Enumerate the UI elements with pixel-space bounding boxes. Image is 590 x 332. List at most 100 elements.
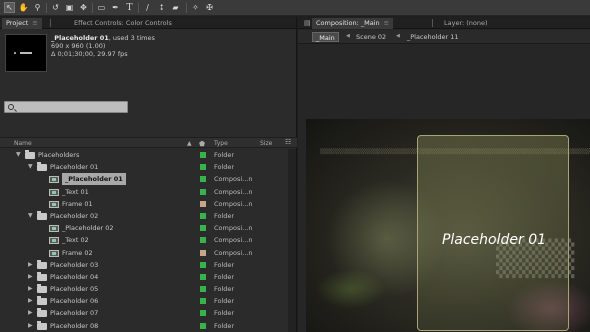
label-color-swatch[interactable] bbox=[200, 176, 206, 183]
search-input[interactable] bbox=[4, 101, 128, 113]
label-color-swatch[interactable] bbox=[200, 200, 206, 207]
comp-row[interactable]: _Text 02 Composi...n bbox=[0, 234, 287, 246]
selected-item-name: _Placeholder 01 bbox=[51, 34, 109, 42]
label-color-swatch[interactable] bbox=[200, 261, 206, 268]
chevron-right-icon[interactable]: ▶ bbox=[28, 271, 33, 283]
chevron-right-icon[interactable]: ▶ bbox=[28, 295, 33, 307]
rectangle-tool-icon[interactable]: ▭ bbox=[96, 2, 107, 13]
comp-row[interactable]: _Placeholder 02 Composi...n bbox=[0, 222, 287, 234]
toolbar-divider bbox=[186, 3, 187, 13]
hand-tool-icon[interactable]: ✋ bbox=[18, 2, 29, 13]
puppet-tool-icon[interactable]: ✠ bbox=[204, 2, 215, 13]
chevron-right-icon[interactable]: ▶ bbox=[28, 320, 33, 332]
label-color-swatch[interactable] bbox=[200, 273, 206, 280]
chevron-down-icon[interactable]: ▼ bbox=[28, 210, 33, 222]
label-color-swatch[interactable] bbox=[200, 164, 206, 171]
type-tool-icon[interactable]: T bbox=[124, 2, 135, 13]
label-color-swatch[interactable] bbox=[200, 322, 206, 329]
folder-icon bbox=[37, 162, 47, 172]
rotation-tool-icon[interactable]: ↺ bbox=[50, 2, 61, 13]
folder-row[interactable]: ▼ Placeholders Folder bbox=[0, 149, 287, 161]
breadcrumb-placeholder[interactable]: _Placeholder 11 bbox=[404, 32, 462, 42]
sort-chevron-up-icon[interactable]: ▲ bbox=[187, 140, 192, 147]
search-icon bbox=[8, 104, 14, 110]
label-color-swatch[interactable] bbox=[200, 298, 206, 305]
brush-tool-icon[interactable]: ∕ bbox=[142, 2, 153, 13]
column-type[interactable]: Type bbox=[214, 140, 228, 147]
eraser-tool-icon[interactable]: ▰ bbox=[170, 2, 181, 13]
row-type: Folder bbox=[214, 309, 235, 318]
row-label: Placeholder 08 bbox=[50, 321, 99, 330]
chevron-down-icon[interactable]: ▼ bbox=[28, 161, 33, 173]
folder-icon bbox=[37, 284, 47, 294]
folder-row[interactable]: ▶ Placeholder 04 Folder bbox=[0, 271, 287, 283]
composition-icon bbox=[49, 249, 59, 257]
row-label: Placeholder 01 bbox=[50, 163, 99, 172]
chevron-right-icon[interactable]: ▶ bbox=[28, 283, 33, 295]
label-color-swatch[interactable] bbox=[200, 310, 206, 317]
tab-effect-controls[interactable]: Effect Controls: Color Controls bbox=[70, 18, 176, 29]
flowchart-icon[interactable]: ☷ bbox=[285, 138, 294, 147]
label-color-swatch[interactable] bbox=[200, 212, 206, 219]
folder-row[interactable]: ▼ Placeholder 02 Folder bbox=[0, 210, 287, 222]
label-color-swatch[interactable] bbox=[200, 286, 206, 293]
chevron-right-icon[interactable]: ▶ bbox=[28, 259, 33, 271]
column-name[interactable]: Name bbox=[14, 140, 32, 147]
composition-icon bbox=[49, 176, 59, 184]
folder-icon bbox=[37, 210, 47, 220]
label-color-swatch[interactable] bbox=[200, 249, 206, 256]
label-color-swatch[interactable] bbox=[200, 188, 206, 195]
comp-row[interactable]: Frame 01 Composi...n bbox=[0, 198, 287, 210]
pan-behind-tool-icon[interactable]: ✥ bbox=[78, 2, 89, 13]
row-label: Frame 02 bbox=[62, 248, 93, 257]
project-panel: Project ≡ Effect Controls: Color Controls… bbox=[0, 17, 297, 332]
composition-icon bbox=[49, 200, 59, 208]
tab-project[interactable]: Project ≡ bbox=[2, 18, 42, 29]
folder-row[interactable]: ▶ Placeholder 06 Folder bbox=[0, 295, 287, 307]
tab-layer[interactable]: Layer: (none) bbox=[440, 18, 492, 29]
tab-project-label: Project bbox=[6, 19, 29, 27]
right-tabbar: ▤ Composition: _Main ≡ Layer: (none) bbox=[298, 17, 590, 29]
breadcrumb-scene[interactable]: Scene 02 bbox=[353, 32, 389, 42]
comp-duration: Δ 0;01;30;00, 29.97 fps bbox=[51, 50, 128, 58]
comp-row[interactable]: Frame 02 Composi...n bbox=[0, 247, 287, 259]
clone-stamp-tool-icon[interactable]: ⭥ bbox=[156, 2, 167, 13]
label-tag-icon[interactable]: ⬟ bbox=[199, 140, 205, 148]
row-label: Placeholder 07 bbox=[50, 309, 99, 318]
tab-composition[interactable]: Composition: _Main ≡ bbox=[312, 18, 394, 29]
project-info: _Placeholder 01, used 3 times 690 x 960 … bbox=[51, 34, 155, 58]
composition-icon bbox=[49, 237, 59, 245]
folder-icon bbox=[25, 150, 35, 159]
chevron-left-icon: ◀ bbox=[396, 33, 400, 39]
column-header: Name ▲ ⬟ Type Size bbox=[0, 137, 297, 148]
folder-row[interactable]: ▶ Placeholder 03 Folder bbox=[0, 259, 287, 271]
row-type: Composi...n bbox=[214, 236, 253, 245]
column-size[interactable]: Size bbox=[260, 140, 272, 147]
label-color-swatch[interactable] bbox=[200, 225, 206, 232]
zoom-tool-icon[interactable]: ⚲ bbox=[32, 2, 43, 13]
placeholder-title: Placeholder 01 bbox=[441, 232, 547, 248]
folder-row[interactable]: ▶ Placeholder 05 Folder bbox=[0, 283, 287, 295]
folder-row[interactable]: ▶ Placeholder 08 Folder bbox=[0, 320, 287, 332]
row-type: Folder bbox=[214, 211, 235, 220]
row-type: Folder bbox=[214, 272, 235, 281]
breadcrumb-main[interactable]: _Main bbox=[312, 32, 339, 42]
vertical-scrollbar[interactable] bbox=[288, 149, 296, 332]
camera-tool-icon[interactable]: ▣ bbox=[64, 2, 75, 13]
close-icon[interactable]: ≡ bbox=[384, 18, 389, 29]
composition-viewer[interactable]: ░░░░░░░░░░░░░░░░░░░░░░░░░░░░░░░░░░░░░░░░… bbox=[306, 119, 590, 332]
selection-tool-icon[interactable]: ↖ bbox=[4, 2, 15, 13]
roto-brush-tool-icon[interactable]: ✧ bbox=[190, 2, 201, 13]
folder-row[interactable]: ▼ Placeholder 01 Folder bbox=[0, 161, 287, 173]
row-type: Folder bbox=[214, 297, 235, 306]
comp-row[interactable]: _Placeholder 01 Composi...n bbox=[0, 173, 287, 186]
folder-row[interactable]: ▶ Placeholder 07 Folder bbox=[0, 307, 287, 319]
chevron-right-icon[interactable]: ▶ bbox=[28, 307, 33, 319]
label-color-swatch[interactable] bbox=[200, 237, 206, 244]
pen-tool-icon[interactable]: ✒ bbox=[110, 2, 121, 13]
label-color-swatch[interactable] bbox=[200, 152, 206, 158]
chevron-down-icon[interactable]: ▼ bbox=[16, 149, 21, 161]
comp-row[interactable]: _Text 01 Composi...n bbox=[0, 186, 287, 198]
close-icon[interactable]: ≡ bbox=[32, 18, 37, 29]
row-type: Folder bbox=[214, 163, 235, 172]
